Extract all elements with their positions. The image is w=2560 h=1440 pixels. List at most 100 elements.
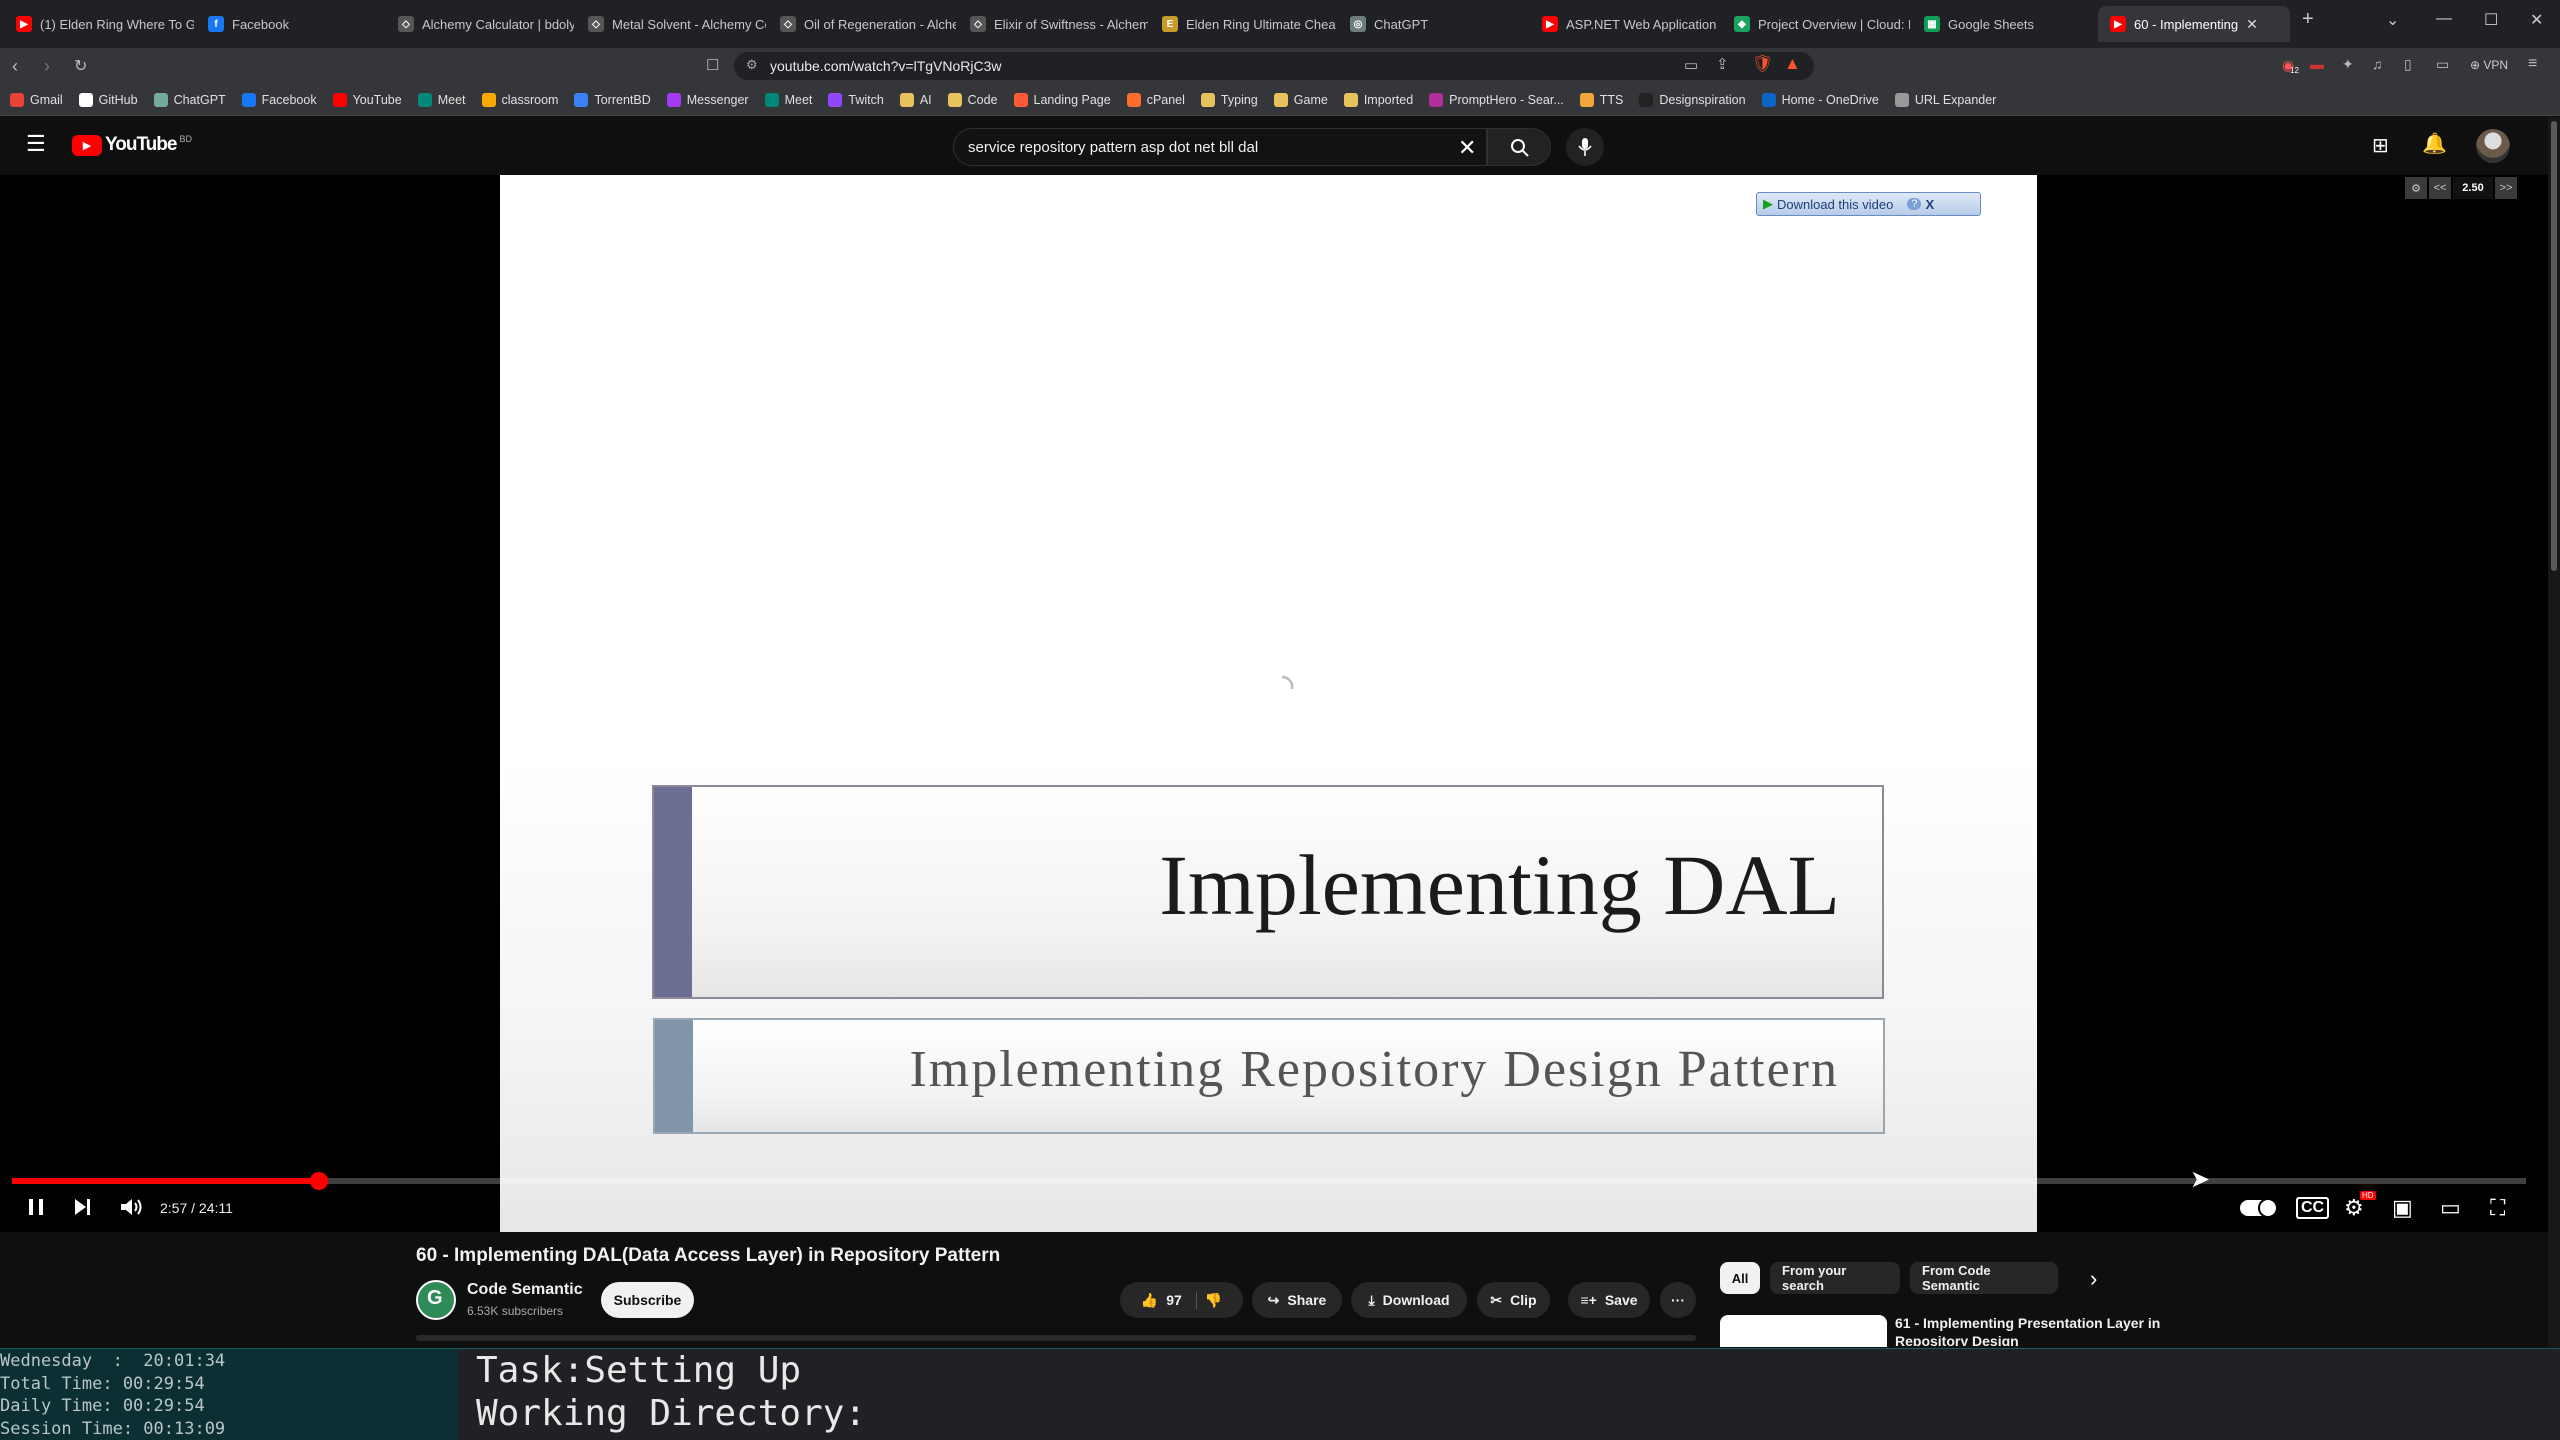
bookmark-item[interactable]: Gmail	[10, 92, 63, 107]
next-video-icon[interactable]	[70, 1195, 94, 1219]
progress-scrubber-handle[interactable]	[309, 1172, 328, 1190]
theater-mode-icon[interactable]: ▭	[2440, 1195, 2461, 1221]
bookmark-item[interactable]: Facebook	[241, 92, 317, 107]
bookmark-item[interactable]: Typing	[1200, 92, 1258, 107]
search-box[interactable]: service repository pattern asp dot net b…	[953, 128, 1487, 166]
search-input[interactable]: service repository pattern asp dot net b…	[968, 139, 1258, 156]
brave-rewards-icon[interactable]: ▲	[1784, 54, 1801, 74]
browser-tab[interactable]: ◆ Project Overview | Cloud: M	[1722, 6, 1910, 42]
save-button[interactable]: ≡+ Save	[1568, 1282, 1650, 1318]
vpn-button[interactable]: ⊕ VPN	[2470, 58, 2508, 72]
browser-tab[interactable]: ◇ Metal Solvent - Alchemy Co	[576, 6, 766, 42]
browser-tab[interactable]: f Facebook	[196, 6, 386, 42]
scrollbar-thumb[interactable]	[2551, 121, 2557, 571]
bookmark-item[interactable]: Code	[947, 92, 998, 107]
extensions-puzzle-icon[interactable]: ✦	[2342, 56, 2354, 73]
browser-tab[interactable]: ◎ ChatGPT	[1338, 6, 1528, 42]
address-bar[interactable]: ⚙ youtube.com/watch?v=lTgVNoRjC3w ▭ ⇪ 🛡 …	[734, 52, 1814, 80]
browser-tab[interactable]: ◇ Elixir of Swiftness - Alchem	[958, 6, 1148, 42]
back-icon[interactable]: ‹	[12, 56, 18, 77]
next-video-title[interactable]: 61 - Implementing Presentation Layer in …	[1895, 1314, 2165, 1346]
share-icon[interactable]: ⇪	[1716, 55, 1729, 73]
bookmark-item[interactable]: Designspiration	[1639, 92, 1746, 107]
fullscreen-icon[interactable]: ⛶	[2490, 1195, 2505, 1221]
browser-tab[interactable]: ◇ Oil of Regeneration - Alche	[768, 6, 956, 42]
captions-icon[interactable]: CC	[2296, 1197, 2330, 1219]
bookmark-item[interactable]: Game	[1273, 92, 1328, 107]
extension-icon-2[interactable]: ▬	[2310, 56, 2324, 72]
bookmark-item[interactable]: Twitch	[828, 92, 884, 107]
notifications-bell-icon[interactable]: 🔔	[2422, 131, 2447, 156]
menu-icon[interactable]: ≡	[2528, 55, 2537, 73]
download-button[interactable]: ⤓ Download	[1351, 1282, 1467, 1318]
browser-tab[interactable]: ▦ Google Sheets	[1912, 6, 2096, 42]
hamburger-menu-icon[interactable]: ☰	[26, 131, 46, 157]
bookmark-item[interactable]: Meet	[417, 92, 466, 107]
bookmark-item[interactable]: classroom	[481, 92, 558, 107]
browser-tab[interactable]: ▶ (1) Elden Ring Where To Go	[4, 6, 194, 42]
bookmark-item[interactable]: Landing Page	[1013, 92, 1111, 107]
clear-search-icon[interactable]: ✕	[1458, 135, 1476, 161]
bookmark-item[interactable]: Messenger	[666, 92, 749, 107]
channel-name[interactable]: Code Semantic	[467, 1281, 583, 1299]
chip-all[interactable]: All	[1720, 1262, 1760, 1294]
brave-shields-icon[interactable]: 🛡	[1752, 54, 1774, 74]
video-player[interactable]: ▶ Download this video ? X Implementing D…	[0, 175, 2548, 1232]
page-scrollbar[interactable]	[2548, 117, 2560, 1348]
download-video-button[interactable]: ▶ Download this video ? X	[1756, 192, 1981, 216]
bookmark-item[interactable]: URL Expander	[1894, 92, 1996, 107]
miniplayer-icon[interactable]: ▣	[2392, 1195, 2413, 1221]
bookmark-item[interactable]: YouTube	[332, 92, 402, 107]
minimize-icon[interactable]: —	[2436, 10, 2452, 28]
progress-bar[interactable]	[12, 1172, 2526, 1190]
bookmark-item[interactable]: cPanel	[1126, 92, 1185, 107]
bookmark-item[interactable]: TorrentBD	[574, 92, 651, 107]
reload-icon[interactable]: ↻	[74, 56, 87, 76]
bookmark-item[interactable]: Home - OneDrive	[1761, 92, 1879, 107]
bookmark-item[interactable]: ChatGPT	[153, 92, 226, 107]
site-info-icon[interactable]: ⚙	[746, 57, 758, 73]
speed-decrease-button[interactable]: <<	[2429, 177, 2451, 199]
next-video-thumbnail[interactable]	[1720, 1315, 1887, 1347]
sidebar-icon[interactable]: ▯	[2404, 56, 2412, 73]
create-video-icon[interactable]: ⊞	[2372, 133, 2389, 158]
volume-icon[interactable]	[118, 1195, 144, 1219]
bookmark-item[interactable]: TTS	[1579, 92, 1623, 107]
chips-next-icon[interactable]: ›	[2090, 1266, 2097, 1292]
search-button[interactable]	[1487, 128, 1551, 166]
bookmark-item[interactable]: PromptHero - Sear...	[1429, 92, 1564, 107]
media-icon[interactable]: ♫	[2372, 56, 2383, 72]
bookmark-item[interactable]: GitHub	[78, 92, 138, 107]
voice-search-button[interactable]	[1566, 128, 1604, 166]
tab-search-icon[interactable]: ⌄	[2386, 10, 2399, 30]
pause-icon[interactable]	[24, 1195, 48, 1219]
close-window-icon[interactable]: ✕	[2530, 10, 2543, 30]
dislike-button[interactable]: 👎	[1205, 1292, 1222, 1309]
maximize-icon[interactable]: ☐	[2484, 10, 2498, 30]
cast-icon[interactable]: ▭	[1684, 56, 1698, 74]
speed-settings-icon[interactable]: ⚙	[2405, 177, 2427, 199]
browser-tab[interactable]: ▶ 60 - Implementing ✕	[2098, 6, 2290, 42]
browser-tab[interactable]: E Elden Ring Ultimate Cheat	[1150, 6, 1336, 42]
channel-avatar[interactable]: G	[416, 1280, 456, 1320]
more-actions-button[interactable]: ···	[1660, 1282, 1696, 1318]
youtube-logo[interactable]: ▶ YouTube BD	[72, 134, 192, 156]
wallet-icon[interactable]: ▭	[2436, 56, 2449, 73]
browser-tab[interactable]: ▶ ASP.NET Web Application T	[1530, 6, 1720, 42]
video-frame[interactable]: ▶ Download this video ? X Implementing D…	[500, 175, 2037, 1232]
autoplay-toggle[interactable]	[2240, 1198, 2278, 1218]
bookmark-icon[interactable]: ☐	[706, 56, 719, 74]
download-close-button[interactable]: X	[1925, 197, 1934, 212]
like-button[interactable]: 👍 97	[1141, 1291, 1197, 1309]
forward-icon[interactable]: ›	[44, 56, 50, 77]
new-tab-icon[interactable]: +	[2302, 8, 2314, 31]
bookmark-item[interactable]: AI	[899, 92, 932, 107]
browser-tab[interactable]: ◇ Alchemy Calculator | bdoly	[386, 6, 574, 42]
tab-close-icon[interactable]: ✕	[2246, 16, 2258, 33]
chip-from-search[interactable]: From your search	[1770, 1262, 1900, 1294]
bookmark-item[interactable]: Meet	[764, 92, 812, 107]
subscribe-button[interactable]: Subscribe	[601, 1282, 694, 1318]
chip-from-channel[interactable]: From Code Semantic	[1910, 1262, 2058, 1294]
bookmark-item[interactable]: Imported	[1343, 92, 1413, 107]
share-button[interactable]: ↪ Share	[1252, 1282, 1342, 1318]
